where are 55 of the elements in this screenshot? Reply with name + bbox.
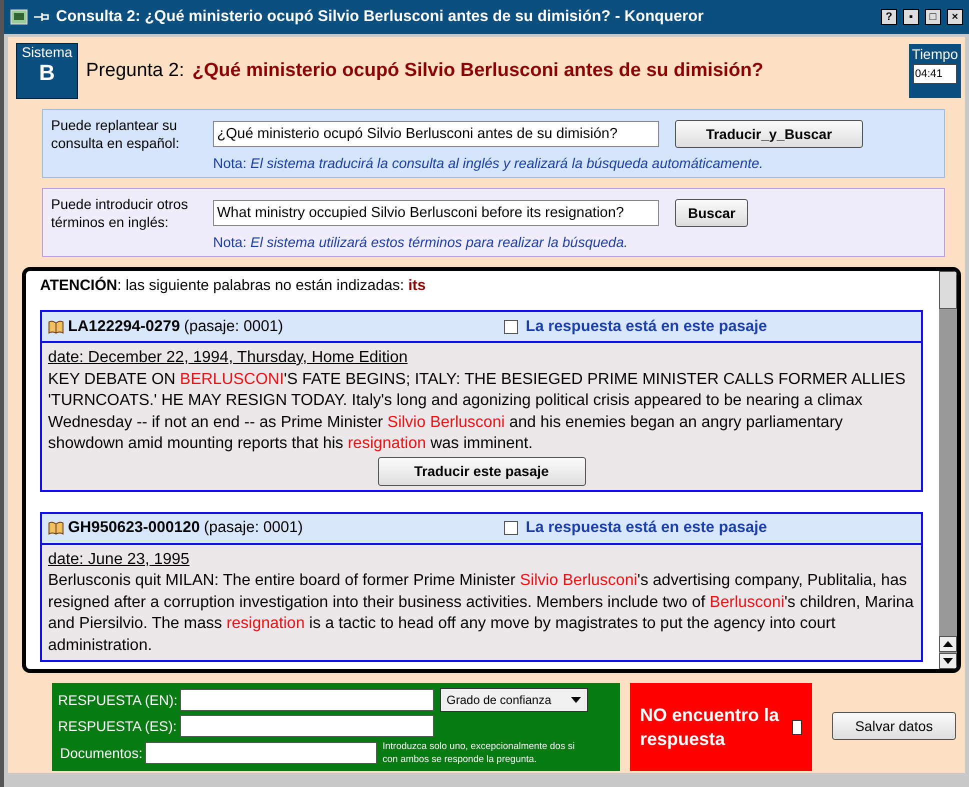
search-button[interactable]: Traducir_y_Buscar — [675, 120, 863, 148]
scrollbar[interactable] — [939, 271, 957, 669]
translate-button[interactable]: Traducir este pasaje — [378, 456, 586, 486]
down-arrow-icon — [943, 658, 953, 664]
question-label: Pregunta 2: — [86, 60, 184, 82]
answer-es-field[interactable] — [180, 714, 434, 737]
answer-en-field[interactable] — [180, 689, 434, 712]
book-icon — [48, 320, 64, 334]
save-button[interactable]: Salvar datos — [832, 712, 956, 740]
window-title: Consulta 2: ¿Qué ministerio ocupó Silvio Berlusconi antes de su dimisión? - Konqueror — [56, 8, 705, 26]
up-arrow-icon — [943, 641, 953, 647]
timer-field[interactable]: 04:41 — [913, 64, 957, 84]
passage-date: date: December 22, 1994, Thursday, Home Edition — [48, 348, 409, 368]
pin-icon — [34, 12, 50, 22]
passage-text: Berlusconis quit MILAN: The entire board of former Prime Minister Silvio Berlusconi's advertising company, Publitalia, has resigned after a corruption investigation into their business activities. Members include two of Berlusconi's children, Marina and Piersilvio. The mass resignation is a tactic to head off any move by magistrates to put the agency into court administration. — [48, 571, 915, 656]
confidence-dropdown[interactable]: Grado de confianza — [440, 688, 588, 712]
passage-number: (pasaje: 0001) — [204, 519, 303, 537]
documents-label: Documentos: — [60, 744, 142, 761]
document-id: LA122294-0279 — [68, 318, 180, 336]
query-field[interactable]: What ministry occupied Silvio Berlusconi before its resignation? — [213, 200, 659, 226]
browser-icon — [10, 9, 28, 25]
not-found-label: NO encuentro la respuesta — [640, 704, 780, 751]
passage-number: (pasaje: 0001) — [184, 318, 284, 336]
query-label: Puede introducir otros términos en inglés: — [51, 195, 189, 231]
answer-en-label: RESPUESTA (EN): — [58, 692, 178, 708]
not-found-checkbox[interactable] — [792, 720, 802, 734]
query-note: Nota: El sistema traducirá la consulta al inglés y realizará la búsqueda automáticamente. — [213, 155, 764, 171]
answer-checkbox[interactable] — [504, 521, 518, 535]
documents-hint: Introduzca solo uno, excepcionalmente dos si con ambos se responde la pregunta. — [382, 740, 576, 766]
passage-date: date: June 23, 1995 — [48, 550, 190, 570]
window-button[interactable]: ? — [881, 9, 897, 25]
system-letter: B — [39, 60, 55, 86]
window-button[interactable]: □ — [925, 9, 941, 25]
window-button[interactable]: ▪ — [903, 9, 919, 25]
document-id: GH950623-000120 — [68, 519, 200, 537]
timer-label: Tiempo — [912, 46, 958, 62]
checkbox-label: La respuesta está en este pasaje — [526, 519, 767, 537]
scroll-up-button[interactable] — [939, 636, 957, 652]
scroll-thumb[interactable] — [939, 271, 957, 309]
passage-text: KEY DEBATE ON BERLUSCONI'S FATE BEGINS; ITALY: THE BESIEGED PRIME MINISTER CALLS FORMER ALLIES 'TURNCOATS.' HE MAY RESIGN TODAY. Italy's long and agonizing political crisis appeared to be nearing a climax Wednesday -- if not an end -- as Prime Minister Silvio Berlusconi and his enemies began an angry parliamentary showdown amid mounting reports that his resignation was imminent. — [48, 370, 907, 454]
warning-text: ATENCIÓN: las siguiente palabras no están indizadas: its — [40, 277, 427, 294]
documents-field[interactable] — [145, 742, 378, 764]
search-button[interactable]: Buscar — [675, 199, 748, 227]
system-label: Sistema — [22, 44, 72, 60]
query-field[interactable]: ¿Qué ministerio ocupó Silvio Berlusconi antes de su dimisión? — [213, 121, 659, 147]
query-note: Nota: El sistema utilizará estos términos para realizar la búsqueda. — [213, 234, 629, 250]
scroll-down-button[interactable] — [939, 653, 957, 669]
answer-es-label: RESPUESTA (ES): — [58, 718, 178, 734]
answer-checkbox[interactable] — [504, 320, 518, 334]
window-button[interactable]: × — [947, 9, 963, 25]
query-label: Puede replantear su consulta en español: — [51, 116, 180, 152]
book-icon — [48, 521, 64, 535]
question-text: ¿Qué ministerio ocupó Silvio Berlusconi antes de su dimisión? — [192, 60, 764, 82]
caret-icon — [570, 697, 581, 704]
checkbox-label: La respuesta está en este pasaje — [526, 318, 767, 336]
